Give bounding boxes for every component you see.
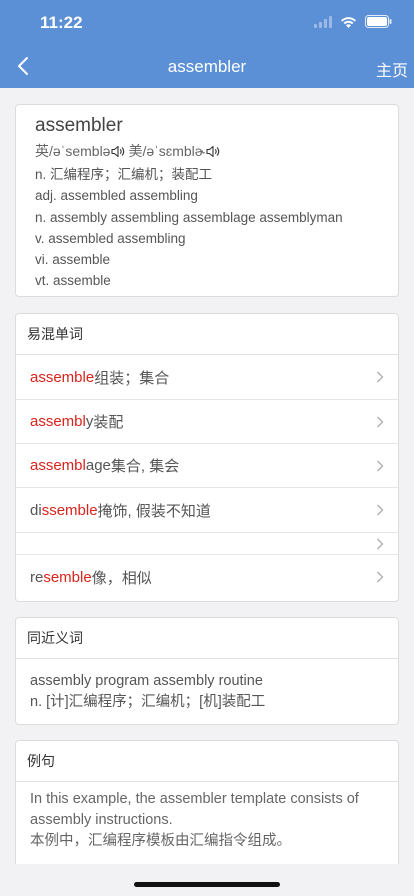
home-indicator [134, 882, 280, 887]
synonyms-title: 同近义词 [16, 618, 398, 659]
confusable-row[interactable]: assemble 组装；集合 [16, 355, 398, 400]
example-zh: 本例中，汇编程序模板由汇编指令组成。 [30, 833, 291, 849]
examples-title: 例句 [16, 741, 398, 782]
headword: assembler [35, 115, 123, 136]
word-prefix: re [30, 568, 44, 586]
examples-card: 例句 In this example, the assembler templa… [15, 740, 399, 880]
chevron-right-icon [377, 460, 384, 471]
definition-line: vi. assemble [35, 252, 111, 268]
definition-line: vt. assemble [35, 273, 111, 289]
status-bar: 11:22 [0, 0, 414, 44]
word-suffix: age [85, 457, 111, 474]
word-highlight: semble [43, 568, 92, 586]
definitions-list: n. 汇编程序；汇编机；装配工 adj. assembled assemblin… [35, 164, 398, 292]
phonetics-row: 英/əˈsemblə 美/əˈsɛmblɚ [35, 141, 398, 161]
word-card: assembler 英/əˈsemblə 美/əˈsɛmblɚ n. 汇编程序；… [15, 104, 399, 297]
word-suffix: y [85, 413, 94, 430]
synonyms-body: assembly program assembly routine n. [计]… [16, 659, 398, 713]
chevron-right-icon [377, 571, 384, 583]
confusable-row[interactable]: re semble 像，相似 [16, 555, 398, 599]
definition-line: n. assembly assembling assemblage assemb… [35, 209, 343, 225]
confusable-row[interactable]: assembl y 装配 [16, 400, 398, 444]
example-en: In this example, the assembler template … [30, 791, 359, 828]
speaker-us-icon[interactable] [206, 145, 221, 158]
word-meaning: 装配 [93, 414, 124, 431]
word-highlight: assembl [30, 413, 86, 430]
confusable-row[interactable] [16, 533, 398, 555]
home-button[interactable]: 主页 [376, 57, 408, 81]
status-time: 11:22 [40, 13, 83, 32]
example-body: In this example, the assembler template … [16, 782, 398, 852]
confusable-row[interactable]: assembl age 集合, 集会 [16, 444, 398, 488]
synonyms-line: assembly program assembly routine [30, 673, 263, 689]
word-meaning: 组装；集合 [94, 369, 170, 387]
word-highlight: ssemble [41, 501, 98, 519]
confusables-title: 易混单词 [16, 314, 398, 355]
chevron-right-icon [377, 416, 384, 427]
chevron-right-icon [377, 504, 384, 516]
speaker-uk-icon[interactable] [111, 145, 126, 158]
word-meaning: 像，相似 [91, 569, 152, 587]
status-icons [314, 15, 392, 28]
synonyms-line: n. [计]汇编程序；汇编机；[机]装配工 [30, 694, 266, 710]
battery-icon [365, 15, 392, 28]
word-prefix: di [30, 501, 42, 519]
page-title: assembler [167, 57, 247, 76]
phonetic-uk: 英/əˈsemblə [35, 143, 111, 159]
header-bar: 11:22 assembler 主页 [0, 0, 414, 88]
chevron-right-icon [377, 538, 384, 549]
synonyms-card: 同近义词 assembly program assembly routine n… [15, 617, 399, 725]
phonetic-us: 美/əˈsɛmblɚ [128, 143, 206, 159]
word-meaning: 集合, 集会 [110, 458, 180, 475]
confusable-row[interactable]: di ssemble 掩饰, 假装不知道 [16, 488, 398, 533]
definition-line: n. 汇编程序；汇编机；装配工 [35, 167, 213, 182]
wifi-icon [341, 16, 356, 28]
word-highlight: assemble [30, 368, 95, 386]
confusables-card: 易混单词 assemble 组装；集合 assembl y 装配 assembl a… [15, 313, 399, 602]
signal-icon [314, 15, 332, 28]
chevron-right-icon [377, 371, 384, 383]
nav-bar: assembler 主页 [0, 44, 414, 88]
definition-line: v. assembled assembling [35, 230, 186, 246]
word-highlight: assembl [30, 457, 86, 474]
definition-line: adj. assembled assembling [35, 188, 198, 204]
word-meaning: 掩饰, 假装不知道 [97, 502, 211, 520]
bottom-safe-area [0, 864, 414, 896]
